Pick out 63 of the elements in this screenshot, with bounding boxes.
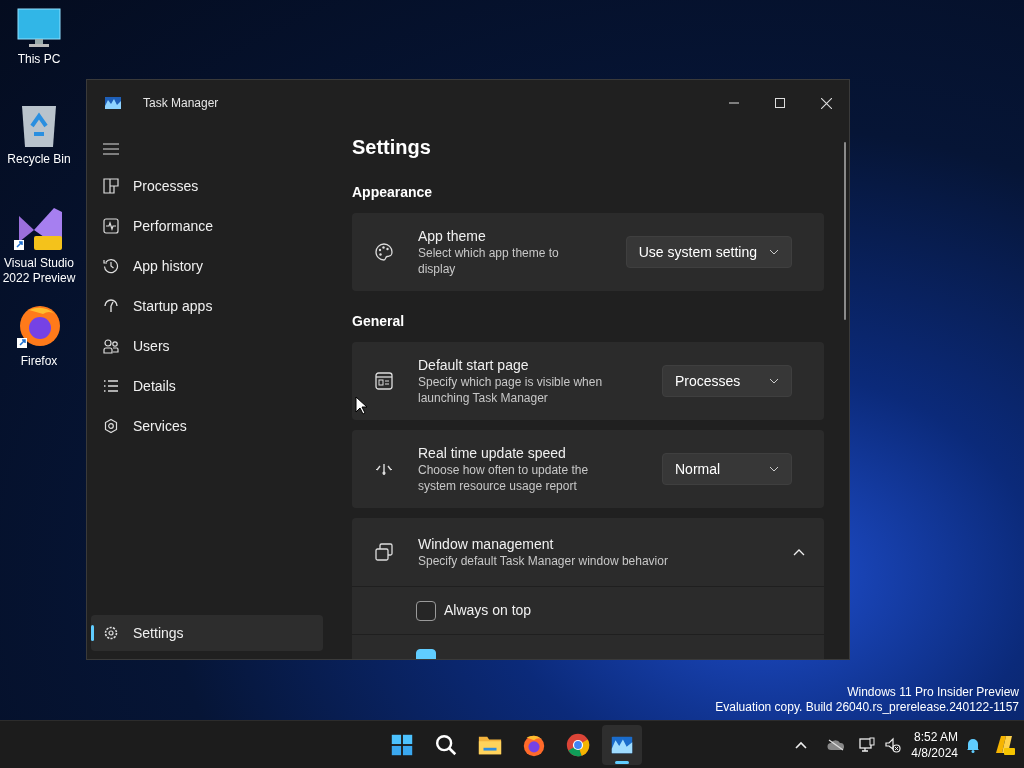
taskbar-app-button[interactable] [602,725,642,765]
setting-title: Default start page [418,356,530,374]
setting-title: Real time update speed [418,444,567,462]
nav-item[interactable]: Details [91,368,323,404]
setting-title: App theme [418,227,487,245]
app-icon [105,97,121,109]
nav-item[interactable]: Startup apps [91,288,323,324]
dropdown[interactable]: Processes [662,365,792,397]
desktop-icon-label[interactable]: Recycle Bin [7,152,71,167]
palette-icon [374,242,394,262]
setting-description: Select which app theme to display [418,245,560,277]
checkbox-label[interactable]: Always on top [444,600,532,621]
chrome-icon [565,732,591,758]
list-icon [103,378,119,394]
grid-icon [103,178,119,194]
gauge-icon [103,298,119,314]
nav-item[interactable]: Processes [91,168,323,204]
nav-item[interactable]: Services [91,408,323,444]
users-icon [103,338,119,354]
chevron-down-icon [769,249,779,255]
network-icon[interactable] [859,736,876,753]
window-layout-icon [374,371,394,391]
setting-description: Choose how often to update the system resource usage report [418,462,590,494]
settings-icon [103,625,119,641]
search-icon [433,732,459,758]
speaker-muted-icon[interactable] [885,736,902,753]
desktop-icon-label[interactable]: This PC [17,52,61,67]
nav-item[interactable]: App history [91,248,323,284]
setting-description: Specify default Task Manager window behavior [418,553,669,569]
monitor-icon [17,8,61,48]
setting-description: Specify which page is visible when launching Task Manager [418,374,604,406]
clock[interactable]: 8:52 AM 4/8/2024 [911,728,958,761]
section-heading: General [352,312,406,331]
desktop-icon-label[interactable]: Firefox [20,354,58,369]
maximize-icon [775,98,785,108]
windows-logo-icon [389,732,415,758]
section-heading: Appearance [352,183,434,202]
recycle-bin-icon [20,104,58,148]
hexagon-gear-icon [103,418,119,434]
nav-item[interactable]: Users [91,328,323,364]
checkbox[interactable] [416,600,436,621]
history-icon [103,258,119,274]
chevron-down-icon [769,378,779,384]
menu-icon [103,143,119,155]
chevron-up-icon[interactable] [795,740,808,749]
dropdown[interactable]: Normal [662,453,792,485]
cloud-icon[interactable] [827,738,846,751]
close-icon [820,97,832,109]
overlapping-windows-icon [374,542,394,562]
setting-title: Window management [418,535,555,553]
nav-item[interactable]: Performance [91,208,323,244]
window-title: Task Manager [143,95,219,112]
page-title: Settings [352,135,432,160]
edition-text: Windows 11 Pro Insider Preview [847,685,1019,700]
pulse-icon [103,218,119,234]
nav-item[interactable]: Settings [91,615,323,651]
mouse-pointer-icon [355,396,367,415]
desktop-icon-label[interactable]: Visual Studio 2022 Preview [0,256,78,286]
chevron-down-icon [769,466,779,472]
scrollbar-thumb[interactable] [844,142,846,320]
dropdown[interactable]: Use system setting [625,236,792,268]
build-text: Evaluation copy. Build 26040.rs_prerelease.240122-1157 [715,700,1019,715]
bell-icon[interactable] [966,736,980,753]
